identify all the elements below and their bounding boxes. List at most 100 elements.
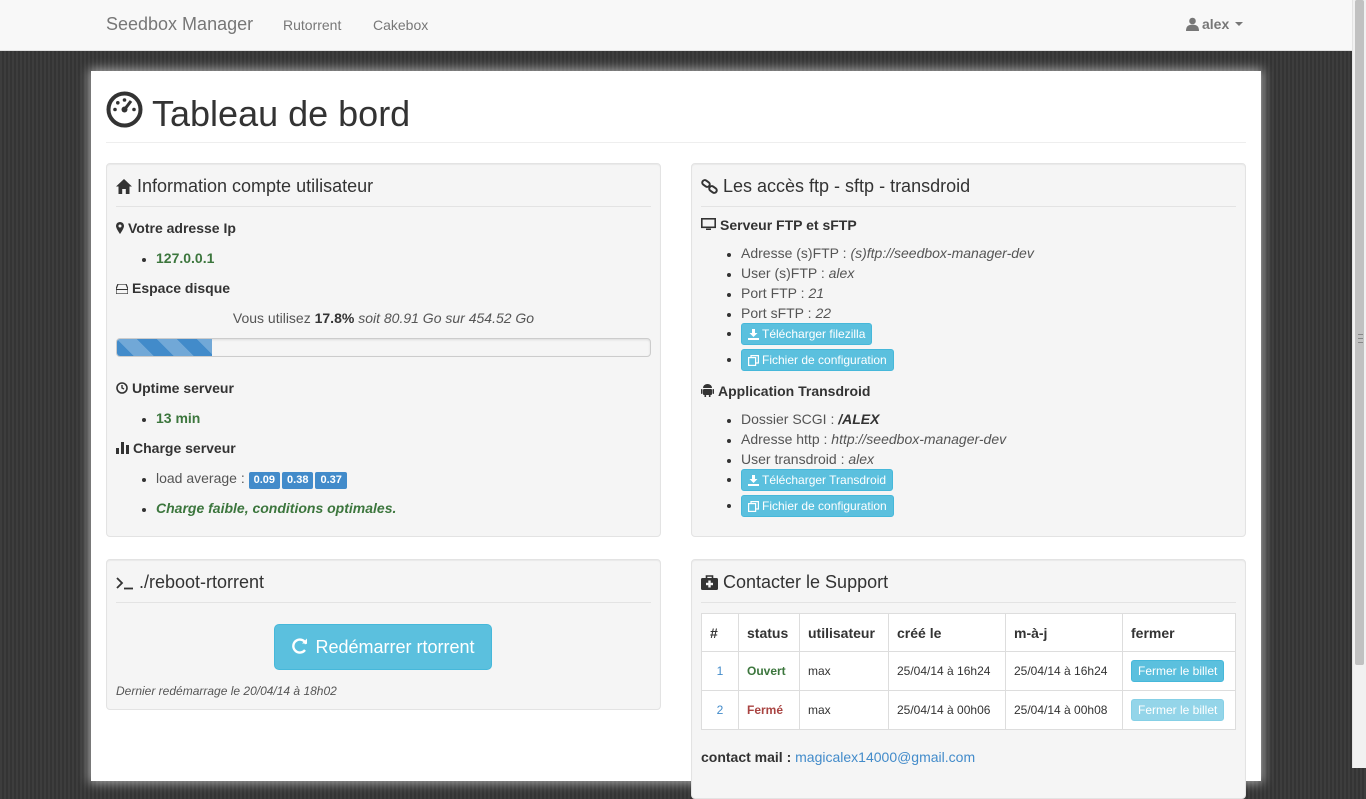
list-bullet: [727, 504, 731, 508]
restart-rtorrent-button[interactable]: Redémarrer rtorrent: [274, 624, 492, 670]
ticket-user: max: [799, 651, 889, 691]
stats-icon: [116, 442, 129, 454]
list-bullet: [727, 419, 731, 423]
list-bullet: [727, 332, 731, 336]
contact-mail: contact mail : magicalex14000@gmail.com: [701, 749, 976, 765]
transdroid-user: User transdroid : alex: [741, 451, 875, 467]
ticket-user: max: [799, 690, 889, 730]
medkit-icon: [701, 575, 718, 590]
load-badge: 0.37: [315, 472, 347, 489]
list-bullet: [142, 418, 146, 422]
ftp-access-panel: Les accès ftp - sftp - transdroid Serveu…: [691, 163, 1246, 537]
home-icon: [116, 179, 132, 194]
top-navbar: Seedbox Manager Rutorrent Cakebox alex: [0, 0, 1352, 51]
load-heading: Charge serveur: [116, 440, 236, 456]
scrollbar-grip-icon: [1358, 334, 1363, 343]
load-status: Charge faible, conditions optimales.: [156, 500, 397, 516]
disk-progress-bar: [116, 338, 651, 357]
ftp-port: Port FTP : 21: [741, 285, 825, 301]
column-header: m-à-j: [1005, 613, 1123, 652]
download-icon: [748, 475, 759, 486]
list-bullet: [727, 478, 731, 482]
sftp-port: Port sFTP : 22: [741, 305, 832, 321]
list-bullet: [142, 508, 146, 512]
transdroid-config-file-button[interactable]: Fichier de configuration: [741, 495, 894, 517]
scgi-folder: Dossier SCGI : /ALEX: [741, 411, 880, 427]
ftp-address: Adresse (s)FTP : (s)ftp://seedbox-manage…: [741, 245, 1034, 261]
user-name: alex: [1202, 16, 1230, 32]
panel-title: ./reboot-rtorrent: [116, 572, 651, 603]
load-average: load average : 0.09 0.38 0.37: [156, 470, 349, 489]
user-icon: [1186, 17, 1199, 31]
table-row: 2 Fermé max 25/04/14 à 00h06 25/04/14 à …: [701, 690, 1236, 730]
page-title: Tableau de bord: [152, 93, 411, 134]
copy-icon: [748, 501, 759, 513]
nav-link-rutorrent[interactable]: Rutorrent: [283, 17, 341, 33]
list-bullet: [727, 358, 731, 362]
column-header: créé le: [888, 613, 1006, 652]
user-menu-dropdown[interactable]: alex: [1186, 16, 1244, 32]
uptime-value: 13 min: [156, 410, 201, 426]
page-scrollbar[interactable]: [1352, 0, 1366, 768]
page-header: Tableau de bord: [106, 89, 1246, 143]
download-transdroid-button[interactable]: Télécharger Transdroid: [741, 469, 894, 491]
load-badge: 0.38: [282, 472, 314, 489]
main-container: Tableau de bord Information compte utili…: [91, 71, 1261, 799]
download-filezilla-button[interactable]: Télécharger filezilla: [741, 323, 873, 345]
ip-heading: Votre adresse Ip: [116, 220, 236, 236]
refresh-icon: [292, 638, 308, 654]
support-panel: Contacter le Support # status utilisateu…: [691, 559, 1246, 799]
clock-icon: [116, 382, 128, 394]
copy-icon: [748, 355, 759, 367]
map-marker-icon: [116, 222, 124, 234]
link-icon: [701, 179, 718, 194]
ticket-link[interactable]: 1: [717, 664, 724, 678]
disk-progress-fill: [117, 339, 212, 356]
uptime-heading: Uptime serveur: [116, 380, 234, 396]
dashboard-icon: [106, 91, 143, 128]
ftp-config-file-button[interactable]: Fichier de configuration: [741, 349, 894, 371]
android-icon: [701, 384, 714, 397]
ftp-heading: Serveur FTP et sFTP: [701, 217, 857, 233]
brand-link[interactable]: Seedbox Manager: [106, 14, 253, 35]
list-bullet: [727, 439, 731, 443]
reboot-panel: ./reboot-rtorrent Redémarrer rtorrent De…: [106, 559, 661, 710]
tickets-table: # status utilisateur créé le m-à-j ferme…: [701, 613, 1236, 730]
list-bullet: [727, 459, 731, 463]
ftp-user: User (s)FTP : alex: [741, 265, 855, 281]
ticket-link[interactable]: 2: [717, 703, 724, 717]
ticket-created: 25/04/14 à 16h24: [888, 651, 1006, 691]
ticket-status: Fermé: [738, 690, 800, 730]
close-ticket-button[interactable]: Fermer le billet: [1131, 660, 1225, 682]
ticket-created: 25/04/14 à 00h06: [888, 690, 1006, 730]
column-header: status: [738, 613, 800, 652]
chevron-down-icon: [1235, 22, 1244, 26]
disk-usage-text: Vous utilisez 17.8% soit 80.91 Go sur 45…: [232, 310, 535, 326]
list-bullet: [727, 253, 731, 257]
monitor-icon: [701, 218, 716, 230]
disk-heading: Espace disque: [115, 280, 230, 296]
last-restart-note: Dernier redémarrage le 20/04/14 à 18h02: [116, 684, 337, 698]
list-bullet: [727, 313, 731, 317]
account-info-panel: Information compte utilisateur Votre adr…: [106, 163, 661, 537]
column-header: fermer: [1122, 613, 1236, 652]
ip-value: 127.0.0.1: [156, 250, 215, 266]
column-header: #: [701, 613, 739, 652]
column-header: utilisateur: [799, 613, 889, 652]
table-row: 1 Ouvert max 25/04/14 à 16h24 25/04/14 à…: [701, 651, 1236, 691]
panel-title: Information compte utilisateur: [116, 176, 651, 207]
hdd-icon: [115, 283, 129, 295]
http-address: Adresse http : http://seedbox-manager-de…: [741, 431, 1007, 447]
nav-link-cakebox[interactable]: Cakebox: [373, 17, 428, 33]
table-header-row: # status utilisateur créé le m-à-j ferme…: [701, 613, 1236, 652]
contact-email-link[interactable]: magicalex14000@gmail.com: [795, 749, 975, 765]
panel-title: Les accès ftp - sftp - transdroid: [701, 176, 1236, 207]
panel-title: Contacter le Support: [701, 572, 1236, 603]
download-icon: [748, 329, 759, 340]
transdroid-heading: Application Transdroid: [701, 383, 870, 399]
scrollbar-thumb[interactable]: [1355, 0, 1364, 665]
ticket-updated: 25/04/14 à 16h24: [1005, 651, 1123, 691]
list-bullet: [727, 273, 731, 277]
terminal-icon: [116, 577, 133, 590]
ticket-status: Ouvert: [738, 651, 800, 691]
